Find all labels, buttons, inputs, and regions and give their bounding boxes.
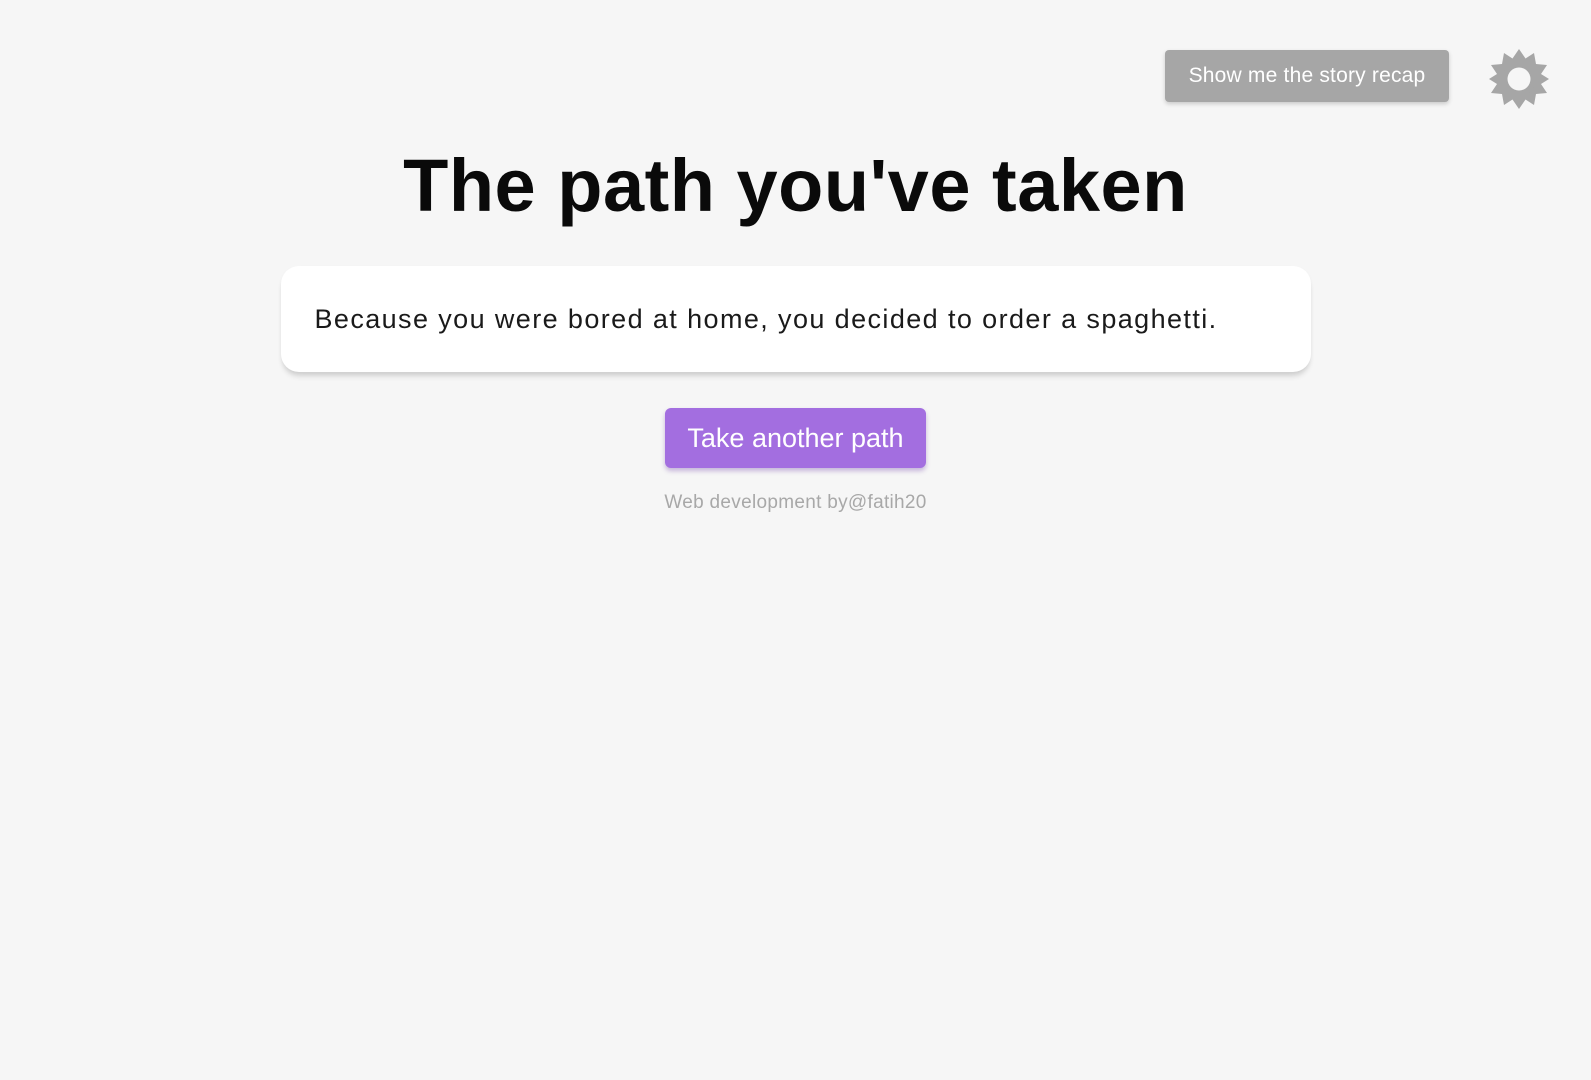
story-text: Because you were bored at home, you deci… — [314, 303, 1218, 334]
credit-text: Web development by@fatih20 — [664, 492, 926, 514]
top-bar: Show me the story recap — [1165, 41, 1551, 111]
credit-handle-link[interactable]: @fatih20 — [848, 492, 927, 513]
story-card: Because you were bored at home, you deci… — [280, 266, 1311, 372]
credit-prefix: Web development by — [664, 492, 848, 513]
take-another-path-button[interactable]: Take another path — [665, 408, 926, 468]
story-recap-button[interactable]: Show me the story recap — [1165, 50, 1449, 102]
sun-icon — [1489, 49, 1549, 109]
page-title: The path you've taken — [403, 144, 1188, 227]
page: The path you've taken Because you were b… — [0, 0, 1591, 1080]
theme-toggle-button[interactable] — [1487, 47, 1551, 111]
